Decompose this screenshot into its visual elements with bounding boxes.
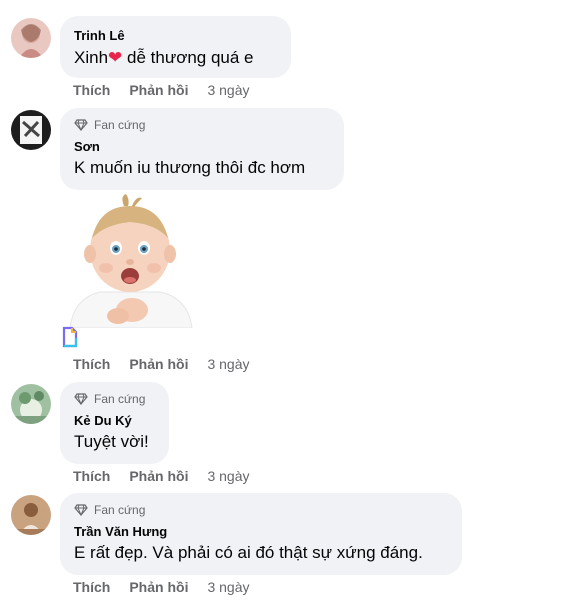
fan-badge-label: Fan cứng <box>94 503 146 517</box>
comment-time[interactable]: 3 ngày <box>207 468 249 484</box>
heart-icon: ❤ <box>108 48 123 67</box>
comment-author[interactable]: Trần Văn Hưng <box>74 524 448 540</box>
comment-bubble: Fan cứng Trần Văn Hưng E rất đẹp. Và phả… <box>60 493 462 575</box>
diamond-icon <box>74 504 88 516</box>
reply-button[interactable]: Phản hồi <box>129 579 188 595</box>
comment-time[interactable]: 3 ngày <box>207 82 249 98</box>
reply-button[interactable]: Phản hồi <box>129 82 188 98</box>
comment-author[interactable]: Trinh Lê <box>74 28 277 44</box>
comment-actions: Thích Phản hồi 3 ngày <box>73 468 250 484</box>
comment-text: Tuyệt vời! <box>74 432 149 451</box>
comment-text-part: Xinh <box>74 48 109 67</box>
comment-bubble: Trinh Lê Xinh❤ dễ thương quá e <box>60 16 291 78</box>
like-button[interactable]: Thích <box>73 356 110 372</box>
baby-sticker[interactable] <box>60 192 200 329</box>
reply-button[interactable]: Phản hồi <box>129 356 188 372</box>
diamond-icon <box>74 393 88 405</box>
comment-bubble: Fan cứng Kẻ Du Ký Tuyệt vời! <box>60 382 169 464</box>
fan-badge: Fan cứng <box>74 117 330 133</box>
fan-badge: Fan cứng <box>74 502 448 518</box>
comment-actions: Thích Phản hồi 3 ngày <box>73 579 250 595</box>
comment-author[interactable]: Kẻ Du Ký <box>74 413 155 429</box>
comment-actions: Thích Phản hồi 3 ngày <box>73 356 250 372</box>
comment-actions: Thích Phản hồi 3 ngày <box>73 82 250 98</box>
fan-badge: Fan cứng <box>74 391 155 407</box>
like-button[interactable]: Thích <box>73 579 110 595</box>
document-icon <box>62 326 78 348</box>
diamond-icon <box>74 119 88 131</box>
comment-bubble: Fan cứng Sơn K muốn iu thương thôi đc hơ… <box>60 108 344 190</box>
fan-badge-label: Fan cứng <box>94 392 146 406</box>
reply-button[interactable]: Phản hồi <box>129 468 188 484</box>
avatar[interactable] <box>11 18 51 58</box>
like-button[interactable]: Thích <box>73 82 110 98</box>
comment-text: E rất đẹp. Và phải có ai đó thật sự xứng… <box>74 543 423 562</box>
comment-text-part: dễ thương quá e <box>122 48 254 67</box>
avatar[interactable] <box>11 110 51 150</box>
comment-text: K muốn iu thương thôi đc hơm <box>74 158 306 177</box>
comment-author[interactable]: Sơn <box>74 139 330 155</box>
avatar[interactable] <box>11 495 51 535</box>
like-button[interactable]: Thích <box>73 468 110 484</box>
fan-badge-label: Fan cứng <box>94 118 146 132</box>
comment-time[interactable]: 3 ngày <box>207 356 249 372</box>
avatar[interactable] <box>11 384 51 424</box>
comment-time[interactable]: 3 ngày <box>207 579 249 595</box>
comment-text: Xinh❤ dễ thương quá e <box>74 47 277 69</box>
